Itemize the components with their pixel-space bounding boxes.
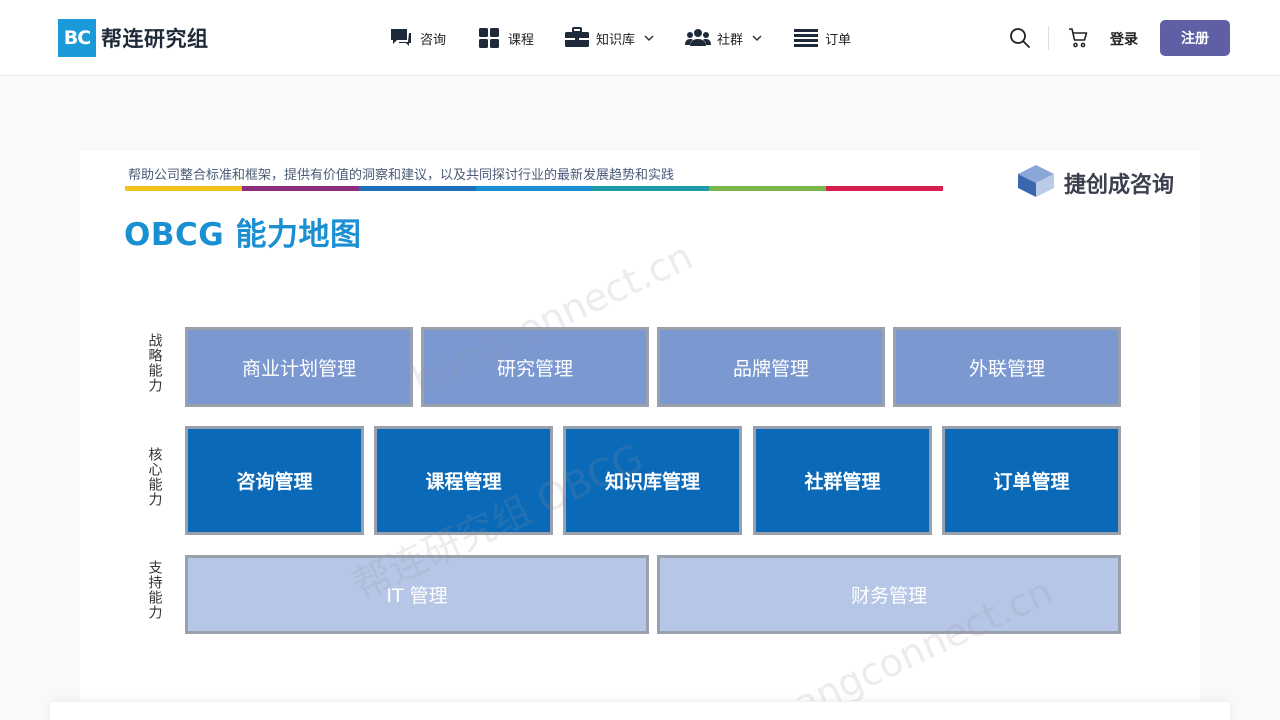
capability-box: 知识库管理 (563, 426, 742, 535)
main-nav: 咨询 课程 知识库 社群 订单 (388, 24, 881, 52)
slide-title: OBCG 能力地图 (124, 217, 362, 253)
logo-badge: BC (58, 19, 96, 57)
capability-map-slide: 帮助公司整合标准和框架，提供有价值的洞察和建议，以及共同探讨行业的最新发展趋势和… (80, 151, 1200, 701)
brand-mark: 捷创成咨询 (1016, 163, 1174, 203)
nav-item-knowledge-base[interactable]: 知识库 (564, 27, 655, 49)
capability-box: 商业计划管理 (185, 327, 413, 407)
nav-item-orders[interactable]: 订单 (793, 27, 851, 49)
capability-box: 品牌管理 (657, 327, 885, 407)
site-header: BC 帮连研究组 咨询 课程 知识库 社群 订单 登录 注册 (0, 0, 1280, 76)
colorbar-segment (241, 186, 359, 191)
nav-label: 订单 (825, 32, 852, 48)
row-label-text: 支持能力 (146, 560, 163, 620)
row-label-core: 核心能力 (144, 447, 164, 512)
nav-item-consulting[interactable]: 咨询 (388, 27, 446, 49)
colorbar-segment (475, 186, 593, 191)
content-card (50, 702, 1230, 720)
slide-tagline: 帮助公司整合标准和框架，提供有价值的洞察和建议，以及共同探讨行业的最新发展趋势和… (128, 168, 675, 183)
grid-icon (476, 27, 502, 49)
colorbar-segment (125, 186, 242, 191)
nav-item-courses[interactable]: 课程 (476, 27, 534, 49)
capability-box: 课程管理 (374, 426, 553, 535)
colorbar-segment (358, 186, 476, 191)
nav-item-community[interactable]: 社群 (685, 27, 763, 49)
row-label-support: 支持能力 (144, 560, 164, 625)
nav-label: 课程 (508, 32, 535, 48)
header-divider (1048, 26, 1049, 50)
nav-label: 知识库 (596, 32, 636, 48)
chevron-down-icon (643, 32, 655, 44)
capability-box: 咨询管理 (185, 426, 364, 535)
chat-bubble-icon (388, 27, 414, 49)
capability-box: 社群管理 (753, 426, 932, 535)
list-icon (793, 27, 819, 49)
briefcase-icon (564, 27, 590, 49)
row-label-text: 战略能力 (146, 333, 163, 393)
search-icon[interactable] (1008, 26, 1032, 50)
colorbar-segment (592, 186, 710, 191)
row-label-text: 核心能力 (146, 447, 163, 507)
capability-box: 订单管理 (942, 426, 1121, 535)
colorbar-segment (826, 186, 944, 191)
chevron-down-icon (751, 32, 763, 44)
users-icon (685, 27, 712, 49)
capability-box: 外联管理 (893, 327, 1121, 407)
logo-text: 帮连研究组 (101, 27, 209, 51)
site-logo[interactable]: BC 帮连研究组 (58, 19, 209, 57)
colorbar-segment (709, 186, 827, 191)
register-button[interactable]: 注册 (1160, 20, 1230, 56)
capability-box: 财务管理 (657, 555, 1121, 634)
cart-icon[interactable] (1066, 26, 1090, 50)
login-link[interactable]: 登录 (1110, 29, 1138, 49)
capability-box: IT 管理 (185, 555, 649, 634)
row-label-strategic: 战略能力 (144, 333, 164, 398)
nav-label: 社群 (717, 32, 744, 48)
slide-colorbar (125, 186, 944, 191)
brand-name: 捷创成咨询 (1064, 173, 1175, 198)
cube-logo-icon (1016, 163, 1056, 203)
nav-label: 咨询 (420, 32, 447, 48)
capability-box: 研究管理 (421, 327, 649, 407)
